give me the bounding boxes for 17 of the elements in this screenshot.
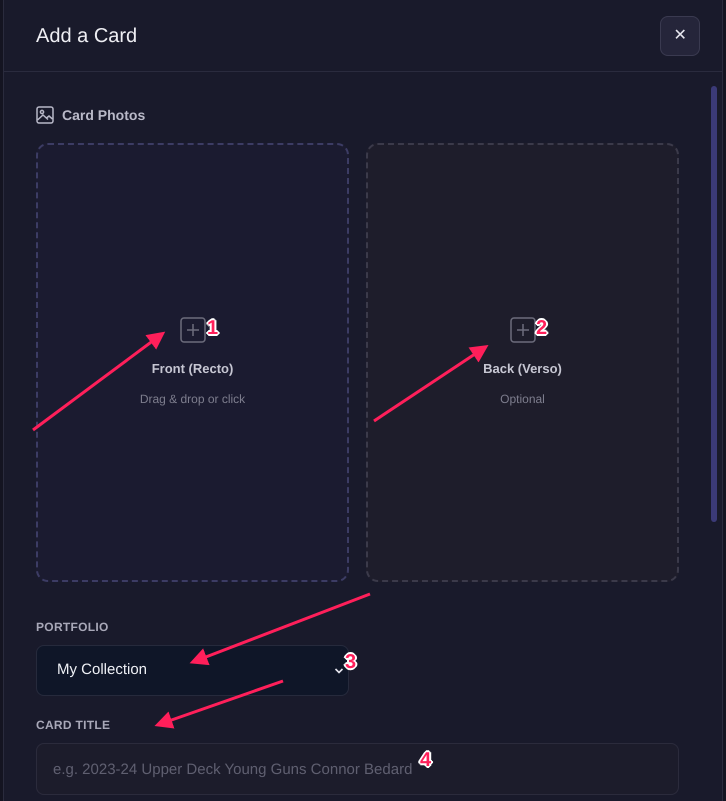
annotation-number: 2	[536, 318, 548, 338]
plus-icon	[180, 316, 206, 343]
annotation-number: 4	[420, 750, 432, 770]
slot-hint: Drag & drop or click	[140, 391, 246, 408]
chevron-down-icon	[334, 666, 344, 674]
slot-label: Back (Verso)	[483, 360, 562, 378]
dialog-title: Add a Card	[36, 24, 138, 48]
scrollbar-thumb[interactable]	[711, 86, 717, 522]
annotation-number: 1	[207, 318, 218, 338]
image-icon	[36, 106, 54, 124]
field-label: CARD TITLE	[36, 717, 112, 734]
plus-icon	[510, 316, 536, 343]
field-label: PORTFOLIO	[36, 619, 110, 636]
section-heading: Card Photos	[62, 106, 146, 124]
slot-label: Front (Recto)	[152, 360, 234, 378]
close-button[interactable]: ✕	[660, 16, 700, 56]
slot-hint: Optional	[500, 391, 545, 408]
